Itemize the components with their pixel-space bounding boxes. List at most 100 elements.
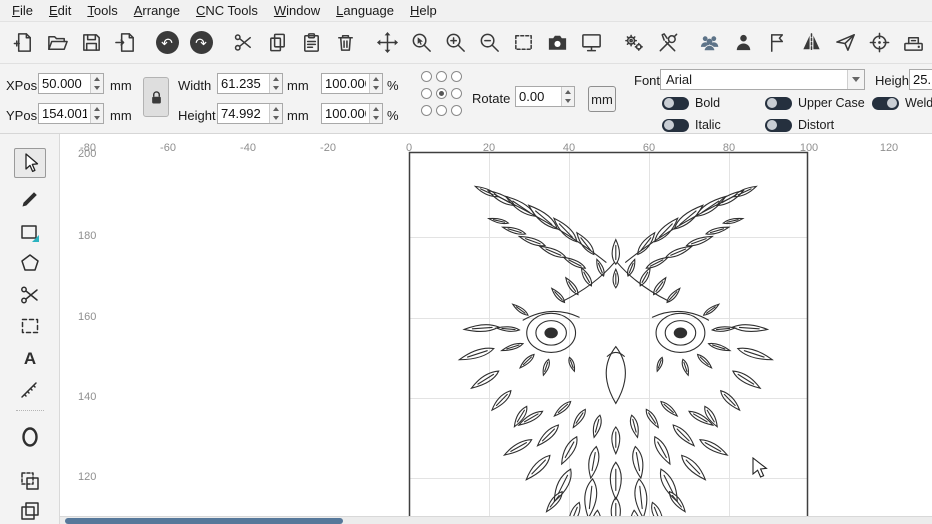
cursor-arrow-icon (18, 151, 42, 175)
anchor-radio[interactable] (436, 105, 447, 116)
anchor-radio[interactable] (451, 71, 462, 82)
chevron-down-icon[interactable] (847, 70, 864, 89)
user-group-button[interactable] (694, 27, 724, 59)
origin-button[interactable] (864, 27, 894, 59)
height-field[interactable] (217, 103, 283, 124)
toggle-switch-off[interactable] (765, 119, 792, 132)
width-input[interactable] (218, 74, 269, 93)
user-button[interactable] (728, 27, 758, 59)
scale-x-input[interactable] (322, 74, 369, 93)
height-spinner[interactable] (269, 104, 282, 123)
flag-button[interactable] (762, 27, 792, 59)
ypos-spinner[interactable] (90, 104, 103, 123)
owl-drawing[interactable] (458, 184, 774, 516)
draw-pen-tool[interactable] (14, 184, 46, 214)
settings-button[interactable] (618, 27, 648, 59)
zoom-pointer-button[interactable] (406, 27, 436, 59)
layers-tool[interactable] (14, 496, 46, 524)
rectangle-tool[interactable] (14, 218, 46, 248)
menu-cnc-tools[interactable]: CNC Tools (188, 1, 266, 20)
width-spinner[interactable] (269, 74, 282, 93)
cut-path-tool[interactable] (14, 280, 46, 310)
zoom-in-button[interactable] (440, 27, 470, 59)
menu-file[interactable]: File (4, 1, 41, 20)
delete-button[interactable] (330, 27, 360, 59)
height-input[interactable] (218, 104, 269, 123)
camera-button[interactable] (542, 27, 572, 59)
palette-separator (16, 410, 44, 411)
flag-icon (766, 31, 789, 54)
scale-x-spinner[interactable] (369, 74, 382, 93)
paste-button[interactable] (296, 27, 326, 59)
xpos-input[interactable] (39, 74, 90, 93)
new-file-button[interactable] (8, 27, 38, 59)
toggle-switch-off[interactable] (662, 97, 689, 110)
canvas[interactable] (60, 134, 932, 516)
uppercase-toggle[interactable]: Upper Case (765, 96, 865, 110)
menu-window[interactable]: Window (266, 1, 328, 20)
font-height-input[interactable] (910, 70, 932, 89)
menu-tools[interactable]: Tools (79, 1, 125, 20)
anchor-radio[interactable] (421, 88, 432, 99)
toggle-switch-on[interactable] (872, 97, 899, 110)
scale-y-spinner[interactable] (369, 104, 382, 123)
selection-marquee-button[interactable] (508, 27, 538, 59)
menu-language[interactable]: Language (328, 1, 402, 20)
monitor-button[interactable] (576, 27, 606, 59)
distort-toggle[interactable]: Distort (765, 118, 834, 132)
anchor-radio[interactable] (451, 88, 462, 99)
menu-help[interactable]: Help (402, 1, 445, 20)
toggle-switch-off[interactable] (765, 97, 792, 110)
menu-edit[interactable]: Edit (41, 1, 79, 20)
anchor-radio[interactable] (436, 71, 447, 82)
bold-toggle[interactable]: Bold (662, 96, 720, 110)
machine-button[interactable] (898, 27, 928, 59)
scale-y-input[interactable] (322, 104, 369, 123)
font-family-combo[interactable]: Arial (660, 69, 865, 90)
anchor-radio[interactable] (421, 105, 432, 116)
ellipse-tool[interactable] (14, 422, 46, 452)
rotate-spinner[interactable] (561, 87, 574, 106)
select-tool[interactable] (14, 148, 46, 178)
measure-tool[interactable] (14, 374, 46, 404)
move-button[interactable] (372, 27, 402, 59)
zoom-out-button[interactable] (474, 27, 504, 59)
save-button[interactable] (76, 27, 106, 59)
horizontal-scrollbar[interactable] (60, 516, 932, 524)
mirror-button[interactable] (796, 27, 826, 59)
open-button[interactable] (42, 27, 72, 59)
duplicate-tool[interactable] (14, 466, 46, 496)
scrollbar-thumb[interactable] (65, 518, 343, 524)
xpos-field[interactable] (38, 73, 104, 94)
width-field[interactable] (217, 73, 283, 94)
machine-tools-button[interactable] (652, 27, 682, 59)
anchor-radio[interactable] (451, 105, 462, 116)
ypos-field[interactable] (38, 103, 104, 124)
rotate-input[interactable] (516, 87, 561, 106)
anchor-radio-selected[interactable] (436, 88, 447, 99)
xpos-spinner[interactable] (90, 74, 103, 93)
import-file-icon (114, 31, 137, 54)
polygon-tool[interactable] (14, 248, 46, 278)
welded-toggle[interactable]: Welded (872, 96, 932, 110)
undo-button[interactable]: ↶ (152, 27, 182, 59)
node-select-tool[interactable] (14, 311, 46, 341)
units-mm-button[interactable]: mm (588, 86, 616, 112)
ypos-input[interactable] (39, 104, 90, 123)
aspect-lock-button[interactable] (143, 77, 169, 117)
rotate-field[interactable] (515, 86, 575, 107)
send-button[interactable] (830, 27, 860, 59)
redo-button[interactable]: ↷ (186, 27, 216, 59)
menu-arrange[interactable]: Arrange (126, 1, 188, 20)
cut-button[interactable] (228, 27, 258, 59)
scale-y-field[interactable] (321, 103, 383, 124)
scale-x-field[interactable] (321, 73, 383, 94)
font-height-field[interactable] (909, 69, 932, 90)
italic-toggle[interactable]: Italic (662, 118, 721, 132)
text-tool[interactable]: A (14, 343, 46, 373)
anchor-radio[interactable] (421, 71, 432, 82)
import-button[interactable] (110, 27, 140, 59)
copy-button[interactable] (262, 27, 292, 59)
camera-icon (546, 31, 569, 54)
toggle-switch-off[interactable] (662, 119, 689, 132)
